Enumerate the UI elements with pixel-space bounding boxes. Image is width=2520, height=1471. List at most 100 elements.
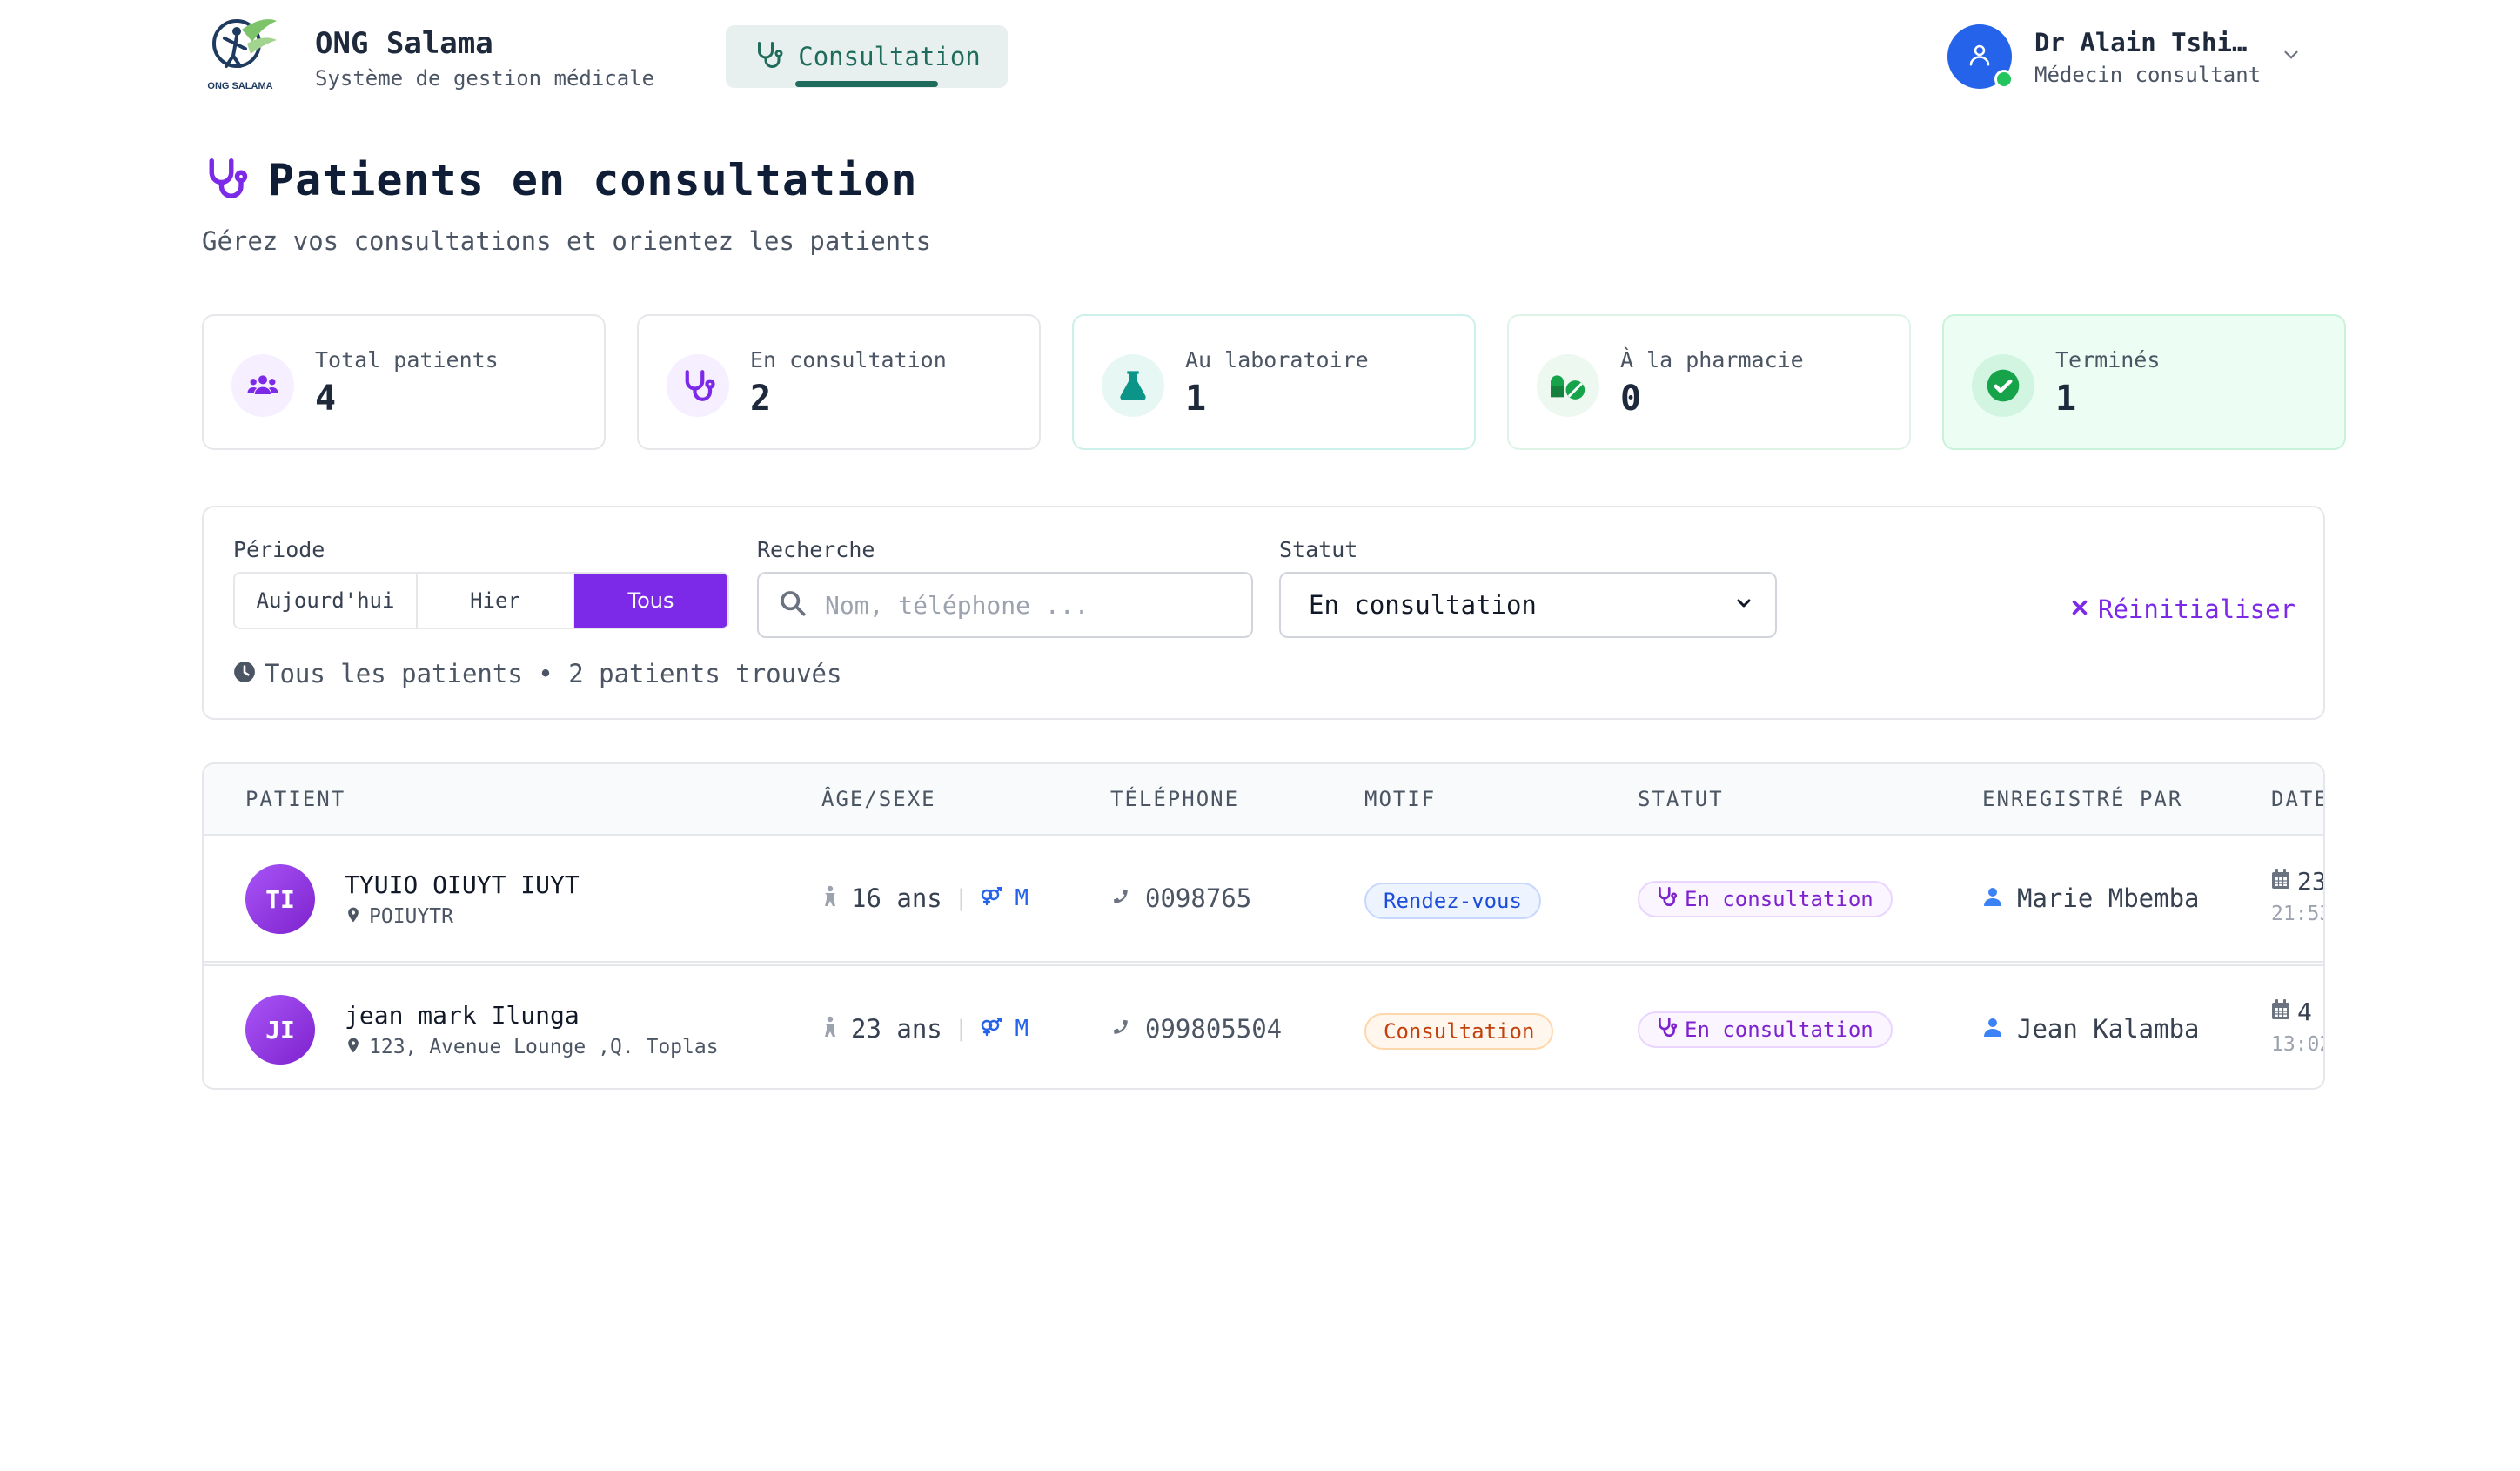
child-icon — [821, 1016, 839, 1042]
registered-by: Jean Kalamba — [1982, 1014, 2200, 1044]
registration-date-day: 23 — [2297, 867, 2325, 896]
stat-label: En consultation — [750, 347, 947, 373]
stat-card-consultation: En consultation 2 — [637, 314, 1041, 450]
patient-age: 16 ans — [851, 883, 942, 913]
column-header-patient[interactable]: PATIENT — [245, 787, 345, 811]
phone-icon — [1110, 1017, 1131, 1041]
registration-date: 23 21:53 — [2271, 867, 2325, 925]
column-header-phone[interactable]: TÉLÉPHONE — [1110, 787, 1239, 811]
flask-icon — [1102, 354, 1164, 417]
search-label: Recherche — [757, 537, 875, 562]
stat-card-completed: Terminés 1 — [1942, 314, 2346, 450]
stethoscope-icon — [667, 354, 729, 417]
stat-label: À la pharmacie — [1620, 347, 1804, 373]
stat-card-pharmacy: À la pharmacie 0 — [1507, 314, 1911, 450]
stat-label: Au laboratoire — [1185, 347, 1369, 373]
user-icon — [1967, 42, 1993, 71]
registered-by-name: Jean Kalamba — [2017, 1014, 2200, 1044]
nav-tab-label: Consultation — [798, 42, 981, 71]
filters-panel: Période Aujourd'hui Hier Tous Recherche … — [202, 506, 2325, 720]
nav-active-indicator — [795, 81, 938, 87]
stethoscope-icon — [1655, 885, 1678, 913]
brand-name: ONG Salama — [315, 26, 493, 61]
period-option-yesterday[interactable]: Hier — [416, 574, 573, 628]
separator: | — [954, 885, 968, 911]
child-icon — [821, 885, 839, 911]
page-subtitle: Gérez vos consultations et orientez les … — [202, 226, 932, 256]
column-header-date[interactable]: DATE — [2271, 787, 2323, 811]
stat-card-total: Total patients 4 — [202, 314, 606, 450]
patient-age-sex: 16 ans | M — [821, 883, 1029, 913]
gender-icon — [980, 886, 1002, 910]
status-label: Statut — [1279, 537, 1358, 562]
chevron-down-icon — [1733, 593, 1754, 617]
table-row[interactable]: JI jean mark Ilunga 123, Avenue Lounge ,… — [204, 964, 2323, 1088]
table-row[interactable]: TI TYUIO OIUYT IUYT POIUYTR 16 ans | M 0… — [204, 836, 2325, 963]
chevron-down-icon[interactable] — [2280, 44, 2302, 70]
registration-date-day: 4 — [2297, 997, 2312, 1026]
calendar-icon — [2271, 997, 2290, 1026]
search-input[interactable] — [825, 590, 1225, 620]
pills-icon — [1537, 354, 1599, 417]
reset-filters-button[interactable]: Réinitialiser — [2070, 594, 2295, 624]
patient-address: POIUYTR — [345, 905, 453, 928]
stat-value: 2 — [750, 379, 772, 419]
status-badge: En consultation — [1638, 881, 1893, 917]
patient-age-sex: 23 ans | M — [821, 1014, 1029, 1044]
page-title: Patients en consultation — [268, 155, 918, 205]
patient-sex: M — [1015, 1016, 1029, 1042]
patient-address: 123, Avenue Lounge ,Q. Toplas — [345, 1036, 719, 1058]
search-field — [757, 572, 1253, 638]
stethoscope-icon — [753, 39, 784, 74]
close-icon — [2070, 598, 2089, 621]
user-menu[interactable]: Dr Alain Tshi… Médecin consultant — [1947, 23, 2313, 92]
stethoscope-icon — [1655, 1016, 1678, 1044]
app-header: ONG SALAMA ONG Salama Système de gestion… — [0, 0, 2520, 113]
period-label: Période — [233, 537, 325, 562]
map-pin-icon — [345, 1036, 362, 1058]
table-header: PATIENT ÂGE/SEXE TÉLÉPHONE MOTIF STATUT … — [204, 764, 2323, 836]
user-icon — [1982, 1016, 2003, 1042]
period-segmented-control: Aujourd'hui Hier Tous — [233, 572, 729, 629]
period-option-today[interactable]: Aujourd'hui — [235, 574, 416, 628]
period-option-all[interactable]: Tous — [573, 574, 727, 628]
status-select[interactable]: En consultation — [1279, 572, 1777, 638]
column-header-motif[interactable]: MOTIF — [1364, 787, 1436, 811]
brand-subtitle: Système de gestion médicale — [315, 66, 655, 91]
patients-table: PATIENT ÂGE/SEXE TÉLÉPHONE MOTIF STATUT … — [202, 762, 2325, 1090]
registered-by-name: Marie Mbemba — [2017, 883, 2200, 913]
registration-time: 21:53 — [2271, 903, 2323, 925]
online-status-dot — [1994, 70, 2014, 89]
patient-address-text: POIUYTR — [369, 905, 453, 928]
patient-avatar: TI — [245, 864, 315, 934]
stat-label: Total patients — [315, 347, 499, 373]
stat-value: 4 — [315, 379, 337, 419]
stat-value: 1 — [1185, 379, 1207, 419]
stethoscope-icon — [202, 155, 249, 205]
users-icon — [231, 354, 294, 417]
patient-phone: 0098765 — [1110, 883, 1251, 913]
stat-value: 0 — [1620, 379, 1642, 419]
column-header-status[interactable]: STATUT — [1638, 787, 1724, 811]
patient-address-text: 123, Avenue Lounge ,Q. Toplas — [369, 1036, 719, 1058]
motif-badge: Consultation — [1364, 1013, 1554, 1050]
svg-text:ONG SALAMA: ONG SALAMA — [207, 81, 272, 91]
map-pin-icon — [345, 905, 362, 928]
motif-badge: Rendez-vous — [1364, 883, 1541, 919]
stat-value: 1 — [2055, 379, 2077, 419]
column-header-registered-by[interactable]: ENREGISTRÉ PAR — [1982, 787, 2182, 811]
results-summary: Tous les patients • 2 patients trouvés — [233, 659, 841, 688]
separator: | — [954, 1016, 968, 1042]
phone-icon — [1110, 886, 1131, 910]
nav-tab-consultation[interactable]: Consultation — [726, 25, 1008, 88]
patient-age: 23 ans — [851, 1014, 942, 1044]
status-select-value: En consultation — [1309, 590, 1537, 620]
stat-label: Terminés — [2055, 347, 2161, 373]
ong-salama-logo[interactable]: ONG SALAMA — [202, 12, 285, 96]
user-role: Médecin consultant — [2034, 63, 2262, 87]
status-badge-label: En consultation — [1685, 887, 1873, 911]
patient-sex: M — [1015, 885, 1029, 911]
column-header-age-sex[interactable]: ÂGE/SEXE — [821, 787, 936, 811]
patient-phone-text: 0098765 — [1145, 883, 1252, 913]
patient-avatar: JI — [245, 995, 315, 1065]
